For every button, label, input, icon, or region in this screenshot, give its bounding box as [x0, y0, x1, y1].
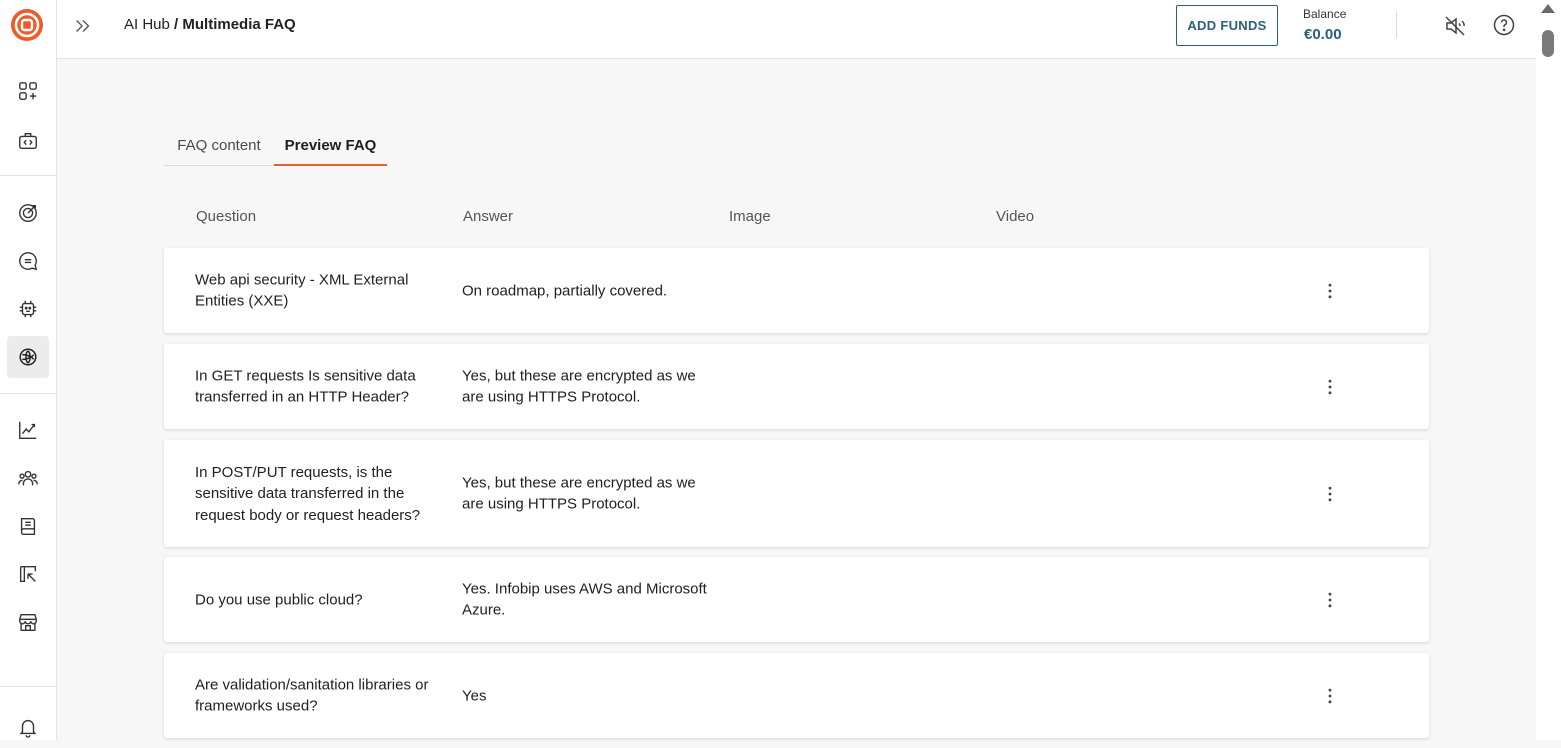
balance-value: €0.00 — [1304, 26, 1342, 43]
bell-icon[interactable] — [7, 706, 49, 748]
row-answer: Yes. Infobip uses AWS and Microsoft Azur… — [462, 580, 707, 619]
breadcrumb: AI Hub / Multimedia FAQ — [124, 16, 296, 33]
scrollbar[interactable] — [1536, 0, 1561, 740]
row-question: In POST/PUT requests, is the sensitive d… — [195, 463, 421, 524]
table-row[interactable]: Web api security - XML External Entities… — [164, 248, 1429, 333]
pointer-icon[interactable] — [7, 553, 49, 595]
faq-tabs: FAQ content Preview FAQ — [164, 126, 388, 166]
column-header-video: Video — [996, 208, 1035, 225]
row-answer: Yes, but these are encrypted as we are u… — [462, 367, 696, 406]
scroll-up-arrow[interactable] — [1541, 4, 1555, 13]
row-answer: On roadmap, partially covered. — [462, 281, 668, 299]
column-header-answer: Answer — [463, 208, 514, 225]
more-options-icon[interactable] — [1319, 483, 1341, 505]
row-question: Do you use public cloud? — [195, 590, 363, 608]
balance-label: Balance — [1303, 7, 1347, 21]
apps-add-icon[interactable] — [7, 70, 49, 112]
ai-hub-icon[interactable] — [7, 336, 49, 378]
book-icon[interactable] — [7, 505, 49, 547]
scroll-thumb[interactable] — [1542, 30, 1554, 57]
column-header-question: Question — [196, 208, 257, 225]
row-answer: Yes, but these are encrypted as we are u… — [462, 474, 696, 513]
top-bar: AI Hub / Multimedia FAQ ADD FUNDS Balanc… — [57, 0, 1536, 59]
more-options-icon[interactable] — [1319, 589, 1341, 611]
breadcrumb-separator: / — [169, 16, 183, 33]
tab-faq-content[interactable]: FAQ content — [164, 126, 274, 164]
row-question: Web api security - XML External Entities… — [195, 271, 409, 310]
column-header-image: Image — [729, 208, 771, 225]
table-row[interactable]: In POST/PUT requests, is the sensitive d… — [164, 440, 1429, 547]
infobip-logo[interactable] — [10, 8, 44, 42]
breadcrumb-current: Multimedia FAQ — [182, 16, 296, 33]
sound-muted-icon[interactable] — [1443, 14, 1467, 38]
more-options-icon[interactable] — [1319, 376, 1341, 398]
target-icon[interactable] — [7, 192, 49, 234]
people-icon[interactable] — [7, 457, 49, 499]
row-answer: Yes — [462, 686, 487, 704]
divider — [1396, 12, 1397, 38]
sidebar — [0, 0, 57, 740]
row-question: In GET requests Is sensitive data transf… — [195, 367, 416, 406]
more-options-icon[interactable] — [1319, 685, 1341, 707]
code-briefcase-icon[interactable] — [7, 120, 49, 162]
table-row[interactable]: In GET requests Is sensitive data transf… — [164, 344, 1429, 429]
store-icon[interactable] — [7, 601, 49, 643]
chat-icon[interactable] — [7, 240, 49, 282]
expand-sidebar-icon[interactable] — [71, 14, 95, 38]
table-row[interactable]: Do you use public cloud? Yes. Infobip us… — [164, 557, 1429, 642]
breadcrumb-root[interactable]: AI Hub — [124, 16, 170, 33]
add-funds-button[interactable]: ADD FUNDS — [1176, 5, 1278, 46]
row-question: Are validation/sanitation libraries or f… — [195, 676, 429, 715]
help-icon[interactable] — [1492, 13, 1516, 37]
tab-preview-faq[interactable]: Preview FAQ — [274, 126, 387, 166]
analytics-icon[interactable] — [7, 409, 49, 451]
more-options-icon[interactable] — [1319, 280, 1341, 302]
bot-icon[interactable] — [7, 288, 49, 330]
table-row[interactable]: Are validation/sanitation libraries or f… — [164, 653, 1429, 738]
